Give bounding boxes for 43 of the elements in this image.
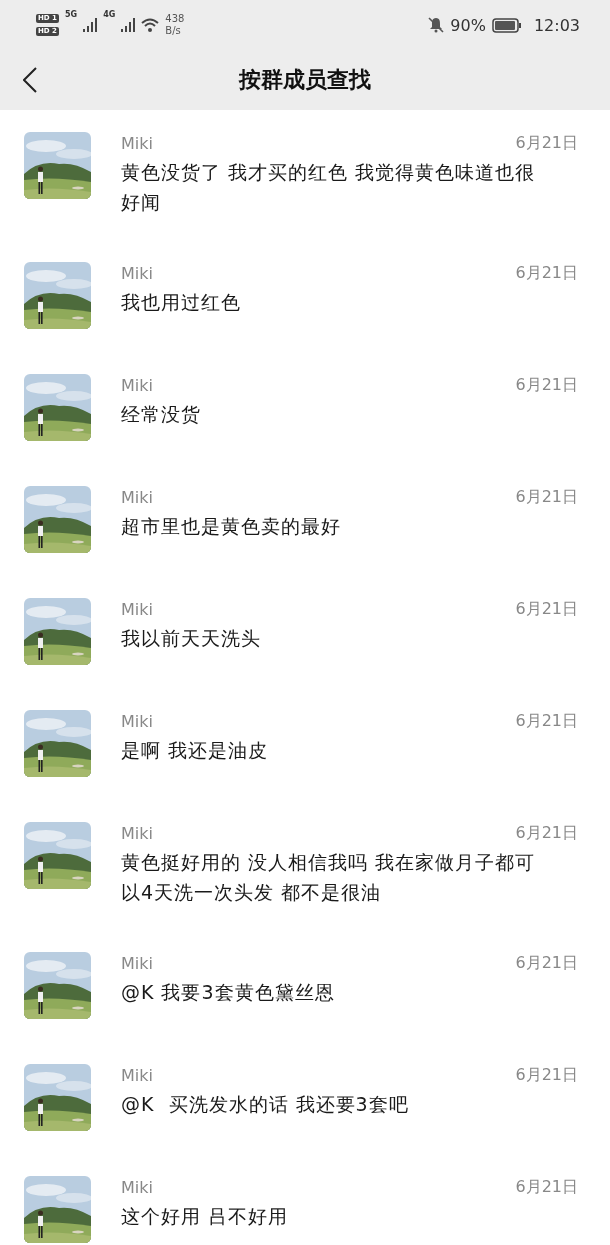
sender-name: Miki (121, 375, 153, 395)
message-date: 6月21日 (515, 952, 578, 974)
sender-name: Miki (121, 823, 153, 843)
sender-name: Miki (121, 599, 153, 619)
sender-name: Miki (121, 1065, 153, 1085)
message-date: 6月21日 (515, 822, 578, 844)
message-text[interactable]: @K 我要3套黄色黛丝恩 (121, 977, 578, 1007)
message-text[interactable]: 我也用过红色 (121, 287, 578, 317)
speed-value: 438 (165, 13, 185, 25)
message-date: 6月21日 (515, 710, 578, 732)
bell-off-icon (428, 17, 445, 33)
wifi-icon (141, 17, 160, 33)
sender-name: Miki (121, 487, 153, 507)
message-date: 6月21日 (515, 1176, 578, 1198)
message-date: 6月21日 (515, 1064, 578, 1086)
message-text[interactable]: 经常没货 (121, 399, 578, 429)
sender-name: Miki (121, 953, 153, 973)
network-label: 5G (65, 10, 78, 19)
signal-icon (83, 18, 98, 32)
message-date: 6月21日 (515, 132, 578, 154)
signal-icon (121, 18, 136, 32)
back-chevron-icon[interactable] (23, 67, 37, 93)
message-text[interactable]: @K 买洗发水的话 我还要3套吧 (121, 1089, 578, 1119)
message-date: 6月21日 (515, 486, 578, 508)
clock: 12:03 (533, 15, 580, 35)
sender-name: Miki (121, 711, 153, 731)
battery-percent: 90% (450, 15, 486, 35)
speed-unit: B/s (165, 25, 182, 37)
message-text[interactable]: 是啊 我还是油皮 (121, 735, 578, 765)
message-text[interactable]: 黄色没货了 我才买的红色 我觉得黄色味道也很好闻 (121, 157, 578, 217)
message-text[interactable]: 这个好用 吕不好用 (121, 1201, 578, 1231)
message-text[interactable]: 我以前天天洗头 (121, 623, 578, 653)
sender-name: Miki (121, 263, 153, 283)
message-date: 6月21日 (515, 262, 578, 284)
message-text[interactable]: 黄色挺好用的 没人相信我吗 我在家做月子都可以4天洗一次头发 都不是很油 (121, 847, 578, 907)
message-date: 6月21日 (515, 374, 578, 396)
page-title: 按群成员查找 (239, 66, 371, 94)
network-label: 4G (103, 10, 116, 19)
battery-icon (491, 17, 522, 33)
sender-name: Miki (121, 133, 153, 153)
message-text[interactable]: 超市里也是黄色卖的最好 (121, 511, 578, 541)
message-date: 6月21日 (515, 598, 578, 620)
sender-name: Miki (121, 1177, 153, 1197)
